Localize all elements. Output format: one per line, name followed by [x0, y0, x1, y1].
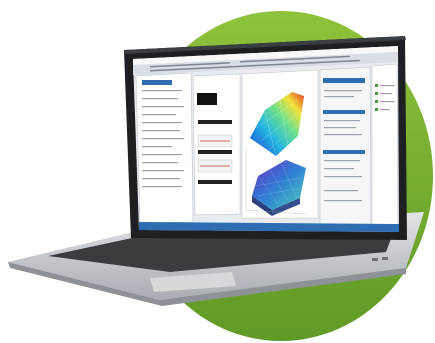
laptop-screen: D60	[124, 36, 407, 240]
left-panel	[135, 72, 194, 224]
app-banner: D60	[200, 95, 217, 105]
laptop-scene: D60	[8, 11, 433, 341]
